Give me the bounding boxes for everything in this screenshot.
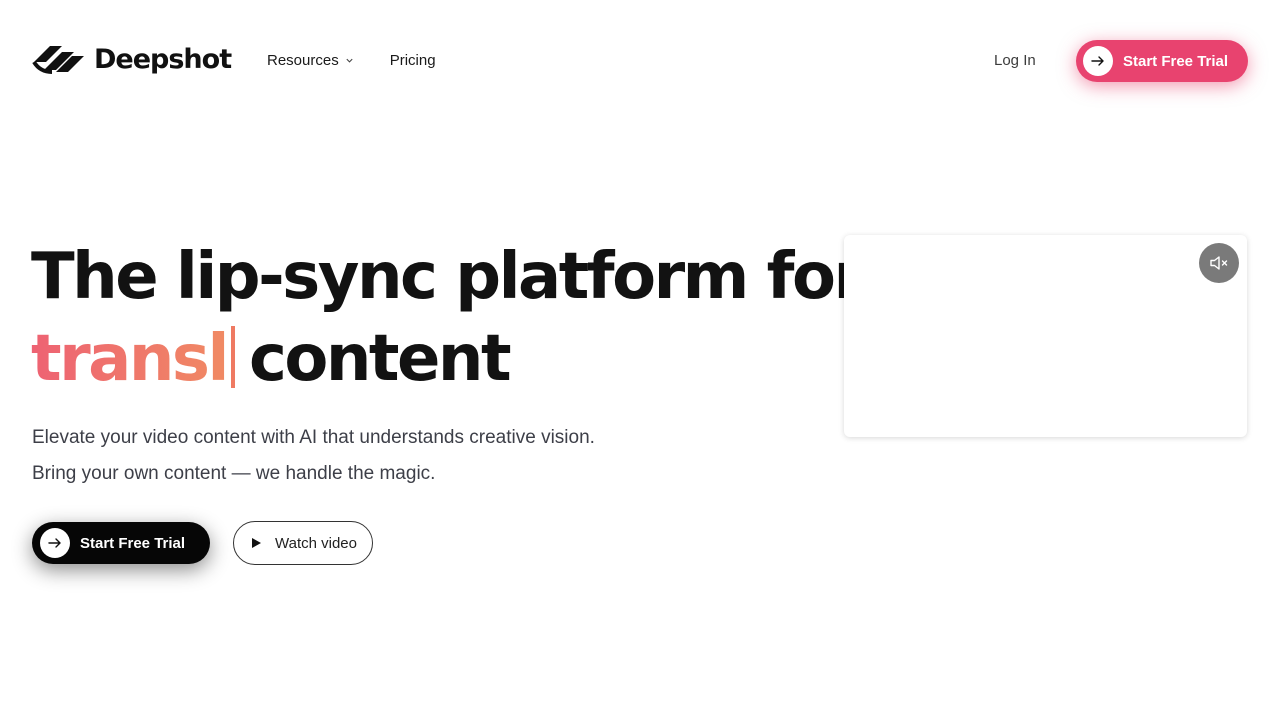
arrow-right-icon: [1091, 56, 1104, 66]
cta-circle: [1083, 46, 1113, 76]
cta-circle: [40, 528, 70, 558]
typed-word: transl: [31, 322, 229, 396]
speaker-muted-icon: [1210, 256, 1228, 270]
watch-video-button[interactable]: Watch video: [233, 521, 373, 565]
typing-caret: [230, 326, 235, 388]
nav-item-pricing-label: Pricing: [389, 52, 436, 69]
deepshot-wave-logo-icon: [32, 46, 84, 74]
hero-headline: The lip-sync platform for transl content: [31, 236, 865, 400]
mute-toggle-button[interactable]: [1199, 243, 1239, 283]
headline-line-2: transl content: [31, 318, 831, 400]
video-player[interactable]: [844, 235, 1247, 437]
nav-item-resources[interactable]: Resources: [267, 52, 354, 69]
brand-name: Deepshot: [94, 43, 232, 75]
start-free-trial-hero-button[interactable]: Start Free Trial: [32, 522, 210, 564]
login-link[interactable]: Log In: [994, 52, 1036, 69]
start-free-trial-nav-button[interactable]: Start Free Trial: [1076, 40, 1248, 82]
nav-item-resources-label: Resources: [267, 52, 339, 69]
brand-logo[interactable]: Deepshot: [32, 42, 232, 76]
subtext-line-2: Bring your own content — we handle the m…: [32, 463, 436, 484]
arrow-right-icon: [48, 538, 61, 548]
cta-label: Start Free Trial: [80, 534, 186, 552]
cta-label: Start Free Trial: [1123, 52, 1229, 70]
nav-links: Resources Pricing: [267, 52, 436, 69]
play-icon: [252, 538, 261, 548]
hero-subtext: Elevate your video content with AI that …: [32, 420, 595, 492]
nav-item-pricing[interactable]: Pricing: [390, 52, 436, 69]
top-navigation: Deepshot Resources Pricing Log In Start …: [0, 0, 1280, 120]
chevron-down-icon: [346, 58, 353, 63]
headline-line-1: The lip-sync platform for: [31, 240, 865, 314]
watch-video-label: Watch video: [275, 534, 357, 552]
headline-line-2-rest: content: [248, 322, 512, 396]
subtext-line-1: Elevate your video content with AI that …: [32, 427, 595, 448]
